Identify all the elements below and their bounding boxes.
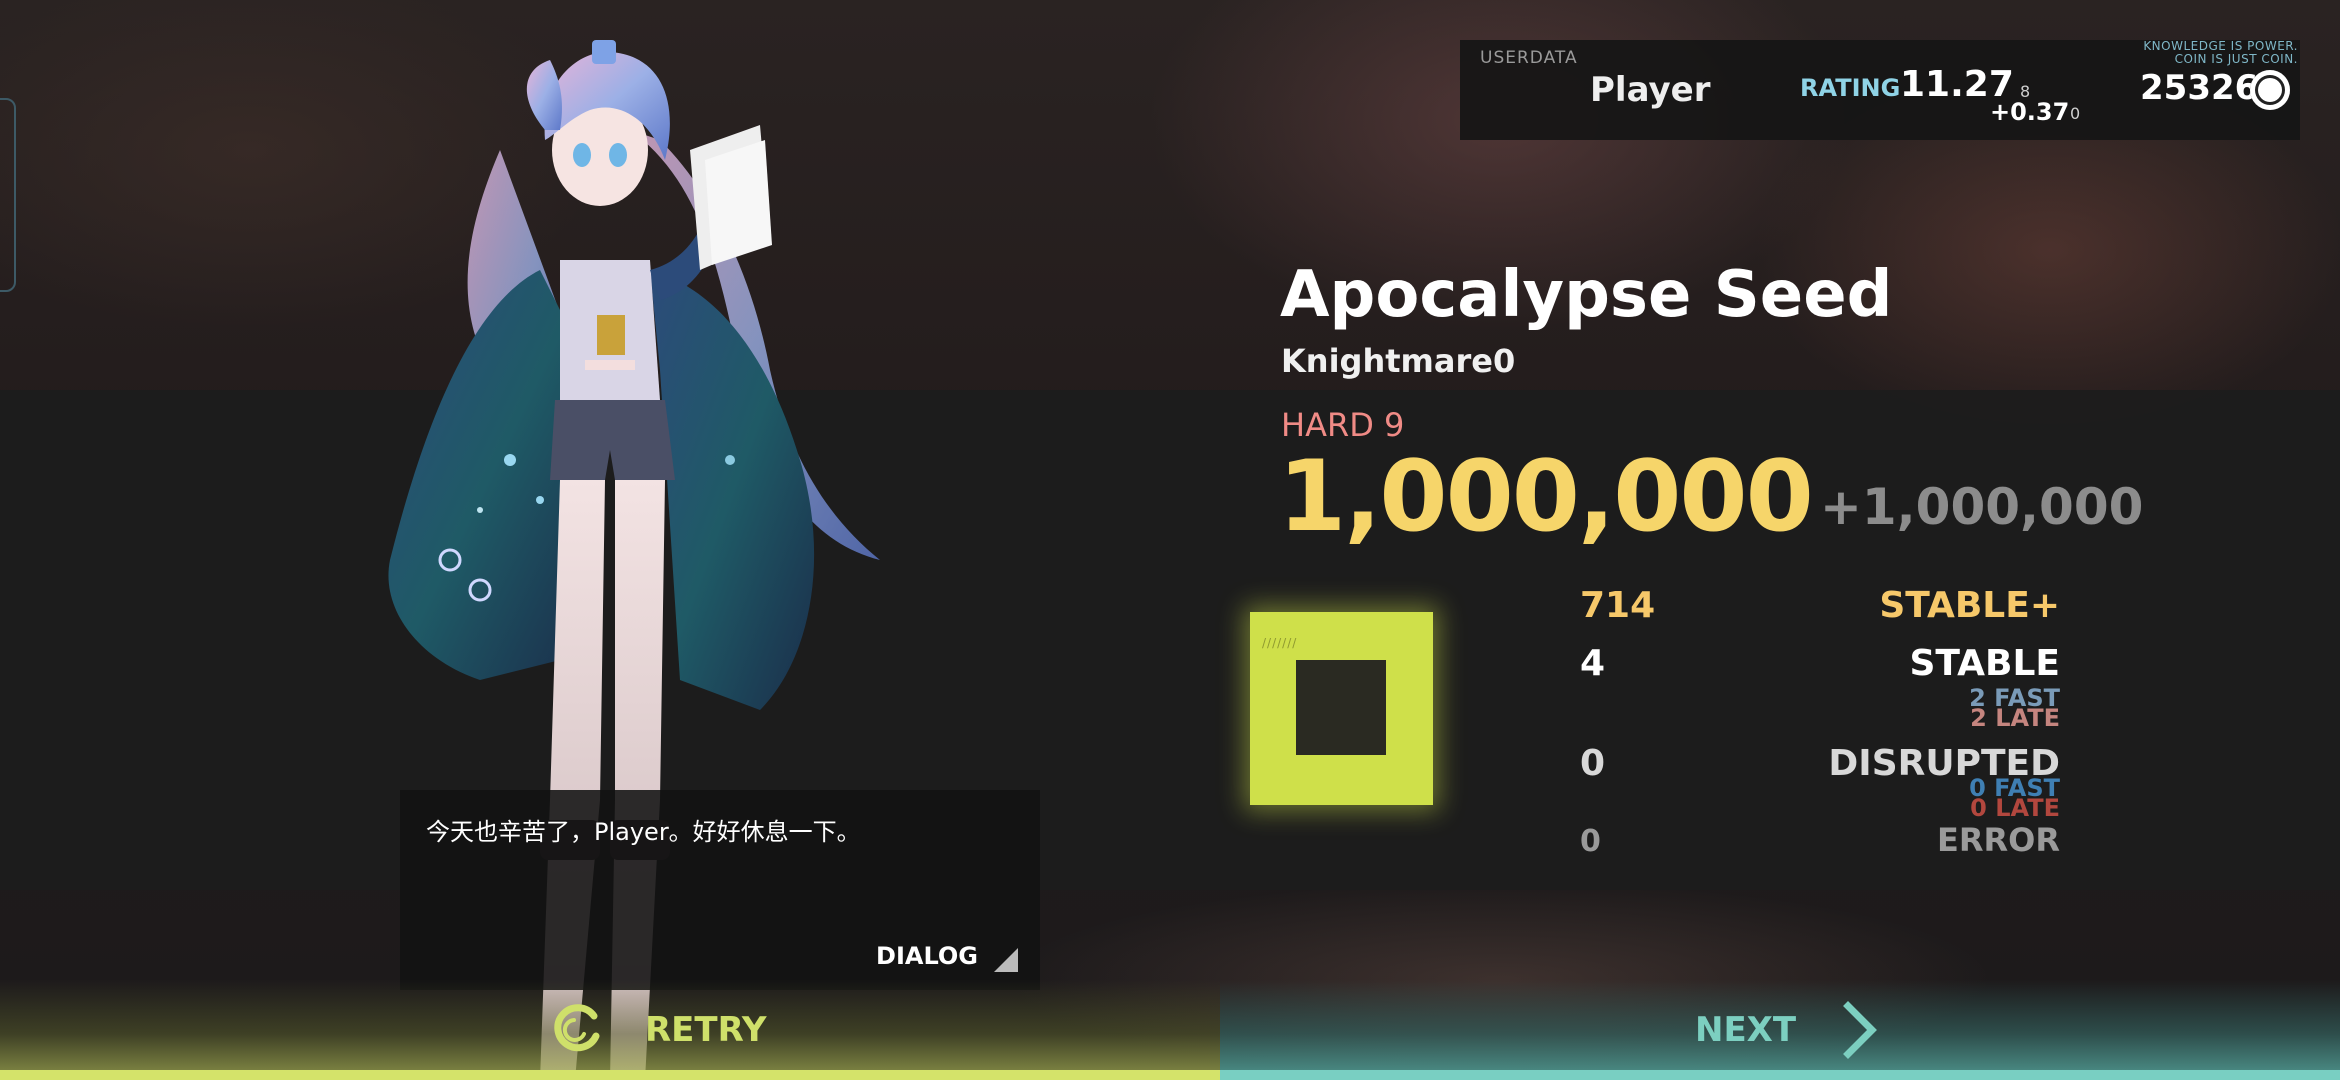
stable-late: 2 LATE	[1970, 704, 2060, 732]
error-count: 0	[1580, 824, 1601, 859]
dialog-corner-icon	[994, 948, 1018, 972]
next-button[interactable]: NEXT	[1220, 980, 2340, 1080]
score-value: 1,000,000	[1278, 440, 1814, 554]
retry-icon	[554, 1004, 600, 1052]
grade-icon: ///////	[1250, 612, 1433, 805]
next-label: NEXT	[1695, 1010, 1797, 1050]
disrupted-count: 0	[1580, 743, 1606, 784]
retry-button[interactable]: RETRY	[0, 980, 1220, 1080]
error-label: ERROR	[1937, 821, 2060, 859]
song-artist: Knightmare0	[1281, 342, 1516, 380]
motto-line-2: COIN IS JUST COIN.	[2174, 52, 2298, 66]
song-title: Apocalypse Seed	[1280, 258, 1893, 332]
score-delta: +1,000,000	[1820, 478, 2144, 536]
coin-motto: KNOWLEDGE IS POWER. COIN IS JUST COIN.	[2143, 40, 2298, 66]
retry-label: RETRY	[645, 1010, 767, 1050]
disrupted-late: 0 LATE	[1970, 794, 2060, 822]
player-name: Player	[1590, 70, 1711, 110]
stable-label: STABLE	[1909, 643, 2060, 684]
coin-icon	[2250, 70, 2290, 110]
dialog-text: 今天也辛苦了，Player。好好休息一下。	[426, 818, 861, 846]
rating-delta: +0.37	[1990, 98, 2070, 126]
rating-label: RATING	[1800, 74, 1901, 102]
stable-plus-count: 714	[1580, 585, 1656, 626]
chevron-right-icon	[1843, 1001, 1877, 1059]
dialog-box[interactable]: 今天也辛苦了，Player。好好休息一下。 DIALOG	[400, 790, 1040, 990]
side-tab-handle[interactable]	[0, 98, 16, 292]
coin-count: 25326	[2140, 68, 2259, 108]
dialog-label: DIALOG	[876, 942, 978, 970]
userdata-panel: USERDATA Player RATING 11.27 8 +0.37 0 K…	[1460, 40, 2300, 140]
stable-count: 4	[1580, 643, 1606, 684]
difficulty-label: HARD 9	[1281, 406, 1405, 444]
stable-plus-label: STABLE+	[1879, 585, 2060, 626]
userdata-label: USERDATA	[1480, 48, 1578, 68]
rating-delta-decimal: 0	[2070, 104, 2081, 123]
grade-pattern-icon: ///////	[1262, 636, 1298, 650]
